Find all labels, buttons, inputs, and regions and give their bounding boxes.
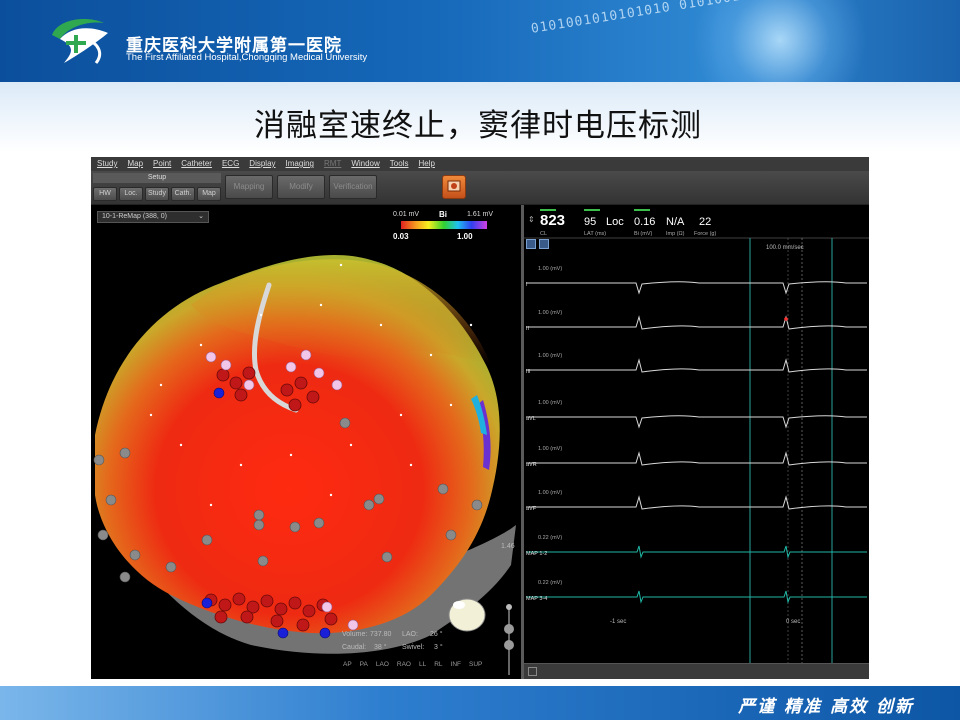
ecg-channel-name[interactable]: II (526, 326, 530, 332)
mapping-software-window: Study Map Point Catheter ECG Display Ima… (91, 157, 869, 679)
ecg-trace-map-3-4 (526, 590, 867, 604)
view-rao-button[interactable]: RAO (397, 661, 411, 668)
ecg-trace-avf (526, 495, 867, 510)
verification-button[interactable]: Verification (329, 175, 377, 199)
ecg-scale-label: 1.00 (mV) (538, 400, 562, 406)
view-rl-button[interactable]: RL (434, 661, 442, 668)
zoom-slider-knob (506, 604, 512, 610)
swivel-label: Swivel: (402, 644, 425, 651)
menu-imaging[interactable]: Imaging (286, 157, 314, 171)
hw-button[interactable]: HW (93, 187, 117, 201)
toolbar: Setup HW Loc. Study Cath. Map Mapping Mo… (91, 171, 869, 205)
cath-button[interactable]: Cath. (171, 187, 195, 201)
sweep-speed: 100.0 mm/sec (766, 245, 804, 251)
menu-display[interactable]: Display (249, 157, 275, 171)
ecg-scale-label: 0.22 (mV) (538, 535, 562, 541)
ecg-scale-label: 1.00 (mV) (538, 446, 562, 452)
caudal-label: Caudal: (342, 644, 367, 651)
view-reset-icon (504, 640, 514, 650)
ecg-channel-name[interactable]: aVF (526, 506, 537, 512)
lao-label: LAO: (402, 631, 418, 638)
map-selector-value: 10-1-ReMap (388, 0) (102, 213, 167, 220)
ecg-channel-name[interactable]: aVL (526, 416, 536, 422)
ecg-trace-map-1-2 (526, 545, 867, 559)
colorbar-mode-label: Bi (439, 210, 447, 219)
view-ll-button[interactable]: LL (419, 661, 426, 668)
lao-value: 26 ° (430, 631, 443, 638)
header-banner: 0101001010101010 01010010 10110101010 1o… (0, 0, 960, 82)
ecg-channel-name[interactable]: aVR (526, 462, 537, 468)
ecg-scale-label: 1.00 (mV) (538, 490, 562, 496)
ecg-trace-avr (526, 451, 867, 466)
ecg-trace-avl (526, 415, 867, 429)
footer-bar: 严谨 精准 高效 创新 (0, 686, 960, 720)
swivel-value: 3 ° (434, 644, 443, 651)
ecg-trace-i (526, 281, 867, 295)
menu-tools[interactable]: Tools (390, 157, 409, 171)
ecg-waveforms[interactable]: 1.00 (mV)I1.00 (mV)II1.00 (mV)III1.00 (m… (524, 205, 869, 679)
mapping-button[interactable]: Mapping (225, 175, 273, 199)
volume-label: Volume: (342, 631, 368, 638)
record-icon[interactable] (442, 175, 466, 199)
menu-rmt[interactable]: RMT (324, 157, 341, 171)
map-button[interactable]: Map (197, 187, 221, 201)
colorbar-high-threshold[interactable]: 1.00 (457, 232, 473, 241)
view-inf-button[interactable]: INF (451, 661, 461, 668)
menu-catheter[interactable]: Catheter (181, 157, 212, 171)
lat-annotation-marker[interactable] (784, 317, 788, 321)
zoom-scale-value: 1.46 (501, 543, 515, 550)
hospital-name-en: The First Affiliated Hospital,Chongqing … (126, 52, 368, 63)
ecg-scale-label: 1.00 (mV) (538, 310, 562, 316)
menu-map[interactable]: Map (127, 157, 143, 171)
menu-help[interactable]: Help (418, 157, 434, 171)
view-preset-bar: AP PA LAO RAO LL RL INF SUP (343, 661, 482, 668)
ecg-scale-label: 1.00 (mV) (538, 266, 562, 272)
ecg-scale-label: 0.22 (mV) (538, 580, 562, 586)
chevron-down-icon: ⌄ (198, 213, 204, 220)
menu-bar: Study Map Point Catheter ECG Display Ima… (91, 157, 869, 171)
menu-ecg[interactable]: ECG (222, 157, 239, 171)
ecg-channel-name[interactable]: III (526, 369, 531, 375)
ecg-traces (526, 281, 867, 604)
view-ap-button[interactable]: AP (343, 661, 352, 668)
ecg-channel-name[interactable]: MAP 1-2 (526, 551, 547, 557)
study-button[interactable]: Study (145, 187, 169, 201)
time-left-label: -1 sec (610, 619, 627, 625)
ecg-pane[interactable]: ⇕ 823 CL 95 LAT (ms) Loc 0.16 Bi (mV) N/… (524, 205, 869, 679)
colorbar-min-label: 0.01 mV (393, 211, 420, 218)
orientation-heart-icon (448, 598, 486, 632)
ecg-scale-label: 1.00 (mV) (538, 353, 562, 359)
map-selector-dropdown[interactable]: 10-1-ReMap (388, 0) ⌄ (97, 211, 209, 223)
menu-point[interactable]: Point (153, 157, 171, 171)
colorbar-gradient (401, 221, 487, 229)
time-right-label: 0 sec (786, 619, 801, 625)
colorbar[interactable]: 0.01 mV Bi 1.61 mV 0.03 1.00 (391, 209, 501, 243)
ecg-trace-iii (526, 358, 867, 373)
menu-window[interactable]: Window (351, 157, 379, 171)
hospital-logo-icon (52, 19, 108, 64)
view-lao-button[interactable]: LAO (376, 661, 389, 668)
ecg-channel-name[interactable]: MAP 3-4 (526, 596, 547, 602)
ecg-status-bar (524, 663, 869, 679)
colorbar-max-label: 1.61 mV (467, 211, 494, 218)
modify-button[interactable]: Modify (277, 175, 325, 199)
view-rotate-icon (504, 624, 514, 634)
setup-label: Setup (93, 173, 221, 183)
colorbar-low-threshold[interactable]: 0.03 (393, 232, 409, 241)
view-sup-button[interactable]: SUP (469, 661, 482, 668)
slide-title: 消融室速终止，窦律时电压标测 (254, 108, 702, 144)
menu-study[interactable]: Study (97, 157, 117, 171)
voltage-map-3d[interactable] (91, 205, 521, 679)
caudal-value: 38 ° (374, 644, 387, 651)
ecg-trace-ii (526, 315, 867, 330)
loc-button[interactable]: Loc. (119, 187, 143, 201)
view-pa-button[interactable]: PA (360, 661, 368, 668)
hospital-motto: 严谨 精准 高效 创新 (738, 697, 914, 717)
map-pane[interactable]: 10-1-ReMap (388, 0) ⌄ 0.01 mV Bi 1.61 mV… (91, 205, 521, 679)
status-icon[interactable] (528, 667, 537, 676)
volume-value: 737.80 (370, 631, 392, 638)
